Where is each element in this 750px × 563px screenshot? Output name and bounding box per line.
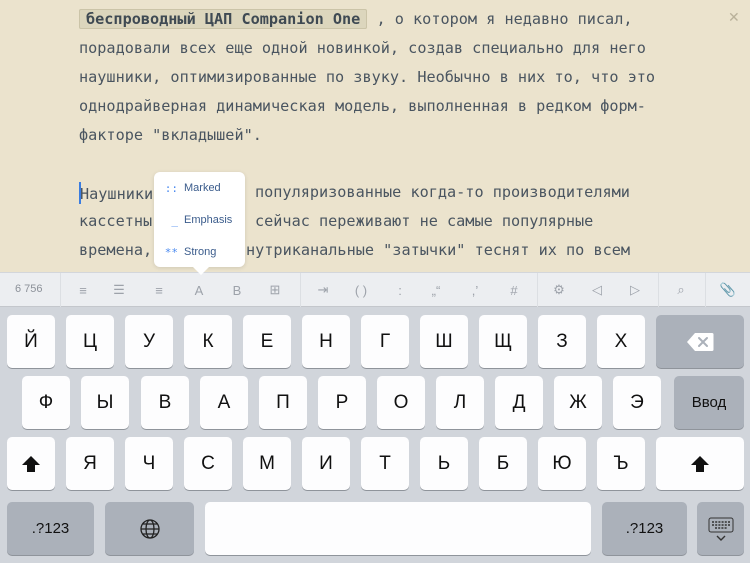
text-line-2: порадовали всех еще одной новинкой, созд…: [79, 39, 646, 57]
text-line-7-start: кассетны: [79, 212, 153, 230]
align-left-icon[interactable]: ≡: [65, 273, 101, 307]
backspace-key[interactable]: [656, 315, 744, 368]
shift-key-right[interactable]: [656, 437, 744, 490]
grid-icon[interactable]: ⊞: [257, 273, 293, 307]
key-К[interactable]: К: [184, 315, 232, 368]
key-У[interactable]: У: [125, 315, 173, 368]
key-Н[interactable]: Н: [302, 315, 350, 368]
menu-item-emphasis-label: Emphasis: [184, 214, 233, 226]
key-Г[interactable]: Г: [361, 315, 409, 368]
key-З[interactable]: З: [538, 315, 586, 368]
format-popup-menu: :: Marked _ Emphasis ** Strong: [154, 172, 245, 267]
key-Ь[interactable]: Ь: [420, 437, 468, 490]
search-icon[interactable]: ⌕: [663, 273, 699, 307]
key-Ъ[interactable]: Ъ: [597, 437, 645, 490]
text-line-4: однодрайверная динамическая модель, выпо…: [79, 97, 646, 115]
text-line-3: наушники, оптимизированные по звуку. Нео…: [79, 68, 656, 86]
toolbar-divider: [658, 273, 659, 307]
apostrophe-icon[interactable]: ,’: [457, 273, 493, 307]
tab-icon[interactable]: ⇥: [305, 273, 341, 307]
key-М[interactable]: М: [243, 437, 291, 490]
menu-item-strong-label: Strong: [184, 246, 217, 258]
bold-icon[interactable]: B: [219, 273, 255, 307]
key-Ж[interactable]: Ж: [554, 376, 602, 429]
text-line-1: беспроводный ЦАП Companion One , о котор…: [79, 9, 632, 29]
popup-arrow: [192, 266, 210, 275]
quotes-icon[interactable]: „“: [418, 273, 454, 307]
on-screen-keyboard: Й Ц У К Е Н Г Ш Щ З Х Ф Ы В А П Р О Л Д …: [0, 307, 750, 563]
hash-icon[interactable]: #: [496, 273, 532, 307]
toolbar-divider: [537, 273, 538, 307]
arrow-left-icon[interactable]: ◁: [579, 273, 615, 307]
key-Т[interactable]: Т: [361, 437, 409, 490]
code-span: беспроводный ЦАП Companion One: [79, 9, 368, 29]
key-П[interactable]: П: [259, 376, 307, 429]
align-right-icon[interactable]: ≡: [141, 273, 177, 307]
text-line-6-start: Наушники: [80, 185, 154, 203]
word-count: 6 756: [15, 283, 43, 295]
editor-toolbar: 6 756 ≡ ☰ ≡ A B ⊞ ⇥( ): „“,’ # ⚙ ◁ ▷ ⌕ 📎: [0, 272, 750, 307]
shift-key-left[interactable]: [7, 437, 55, 490]
toolbar-divider: [60, 273, 61, 307]
list-icon[interactable]: ☰: [101, 273, 137, 307]
emphasis-marker: _: [171, 213, 178, 227]
close-icon[interactable]: ✕: [728, 10, 740, 24]
menu-item-strong[interactable]: ** Strong: [154, 239, 245, 265]
key-Й[interactable]: Й: [7, 315, 55, 368]
paperclip-icon[interactable]: 📎: [710, 273, 746, 307]
marked-marker: ::: [164, 181, 178, 195]
backspace-icon: [686, 332, 714, 352]
text-line-5: факторе "вкладышей".: [79, 126, 262, 144]
key-Ю[interactable]: Ю: [538, 437, 586, 490]
key-Х[interactable]: Х: [597, 315, 645, 368]
key-Ш[interactable]: Ш: [420, 315, 468, 368]
text-line-8-start: времена,: [79, 241, 153, 259]
key-Ч[interactable]: Ч: [125, 437, 173, 490]
key-А[interactable]: А: [200, 376, 248, 429]
key-С[interactable]: С: [184, 437, 232, 490]
italic-icon[interactable]: A: [181, 273, 217, 307]
key-Л[interactable]: Л: [436, 376, 484, 429]
key-Э[interactable]: Э: [613, 376, 661, 429]
key-Б[interactable]: Б: [479, 437, 527, 490]
text-line-7-end: сейчас переживают не самые популярные: [255, 212, 594, 230]
menu-item-emphasis[interactable]: _ Emphasis: [154, 207, 245, 233]
text-line-1-rest: , о котором я недавно писал,: [367, 10, 633, 28]
enter-key[interactable]: Ввод: [674, 376, 744, 429]
key-В[interactable]: В: [141, 376, 189, 429]
key-Ф[interactable]: Ф: [22, 376, 70, 429]
key-Р[interactable]: Р: [318, 376, 366, 429]
shift-icon: [21, 455, 41, 473]
strong-marker: **: [164, 245, 178, 259]
numbers-key-left[interactable]: .?123: [7, 502, 94, 555]
globe-key[interactable]: [105, 502, 194, 555]
menu-item-marked-label: Marked: [184, 182, 221, 194]
toolbar-divider: [300, 273, 301, 307]
key-Ы[interactable]: Ы: [81, 376, 129, 429]
text-line-6: Наушники: [79, 182, 153, 204]
key-Я[interactable]: Я: [66, 437, 114, 490]
colon-icon[interactable]: :: [382, 273, 418, 307]
menu-item-marked[interactable]: :: Marked: [154, 175, 245, 201]
shift-icon: [690, 455, 710, 473]
numbers-key-right[interactable]: .?123: [602, 502, 687, 555]
globe-icon: [139, 518, 161, 540]
key-Щ[interactable]: Щ: [479, 315, 527, 368]
editor-text-area[interactable]: ✕ беспроводный ЦАП Companion One , о кот…: [0, 0, 750, 272]
arrow-right-icon[interactable]: ▷: [617, 273, 653, 307]
key-Д[interactable]: Д: [495, 376, 543, 429]
keyboard-hide-icon: [706, 516, 736, 542]
toolbar-divider: [705, 273, 706, 307]
parentheses-icon[interactable]: ( ): [343, 273, 379, 307]
space-key[interactable]: [205, 502, 591, 555]
settings-icon[interactable]: ⚙: [541, 273, 577, 307]
key-Е[interactable]: Е: [243, 315, 291, 368]
text-line-8-end: нутриканальные "затычки" теснят их по вс…: [246, 241, 631, 259]
key-И[interactable]: И: [302, 437, 350, 490]
text-line-6-end: популяризованные когда-то производителям…: [255, 183, 630, 201]
hide-keyboard-key[interactable]: [697, 502, 744, 555]
key-О[interactable]: О: [377, 376, 425, 429]
key-Ц[interactable]: Ц: [66, 315, 114, 368]
